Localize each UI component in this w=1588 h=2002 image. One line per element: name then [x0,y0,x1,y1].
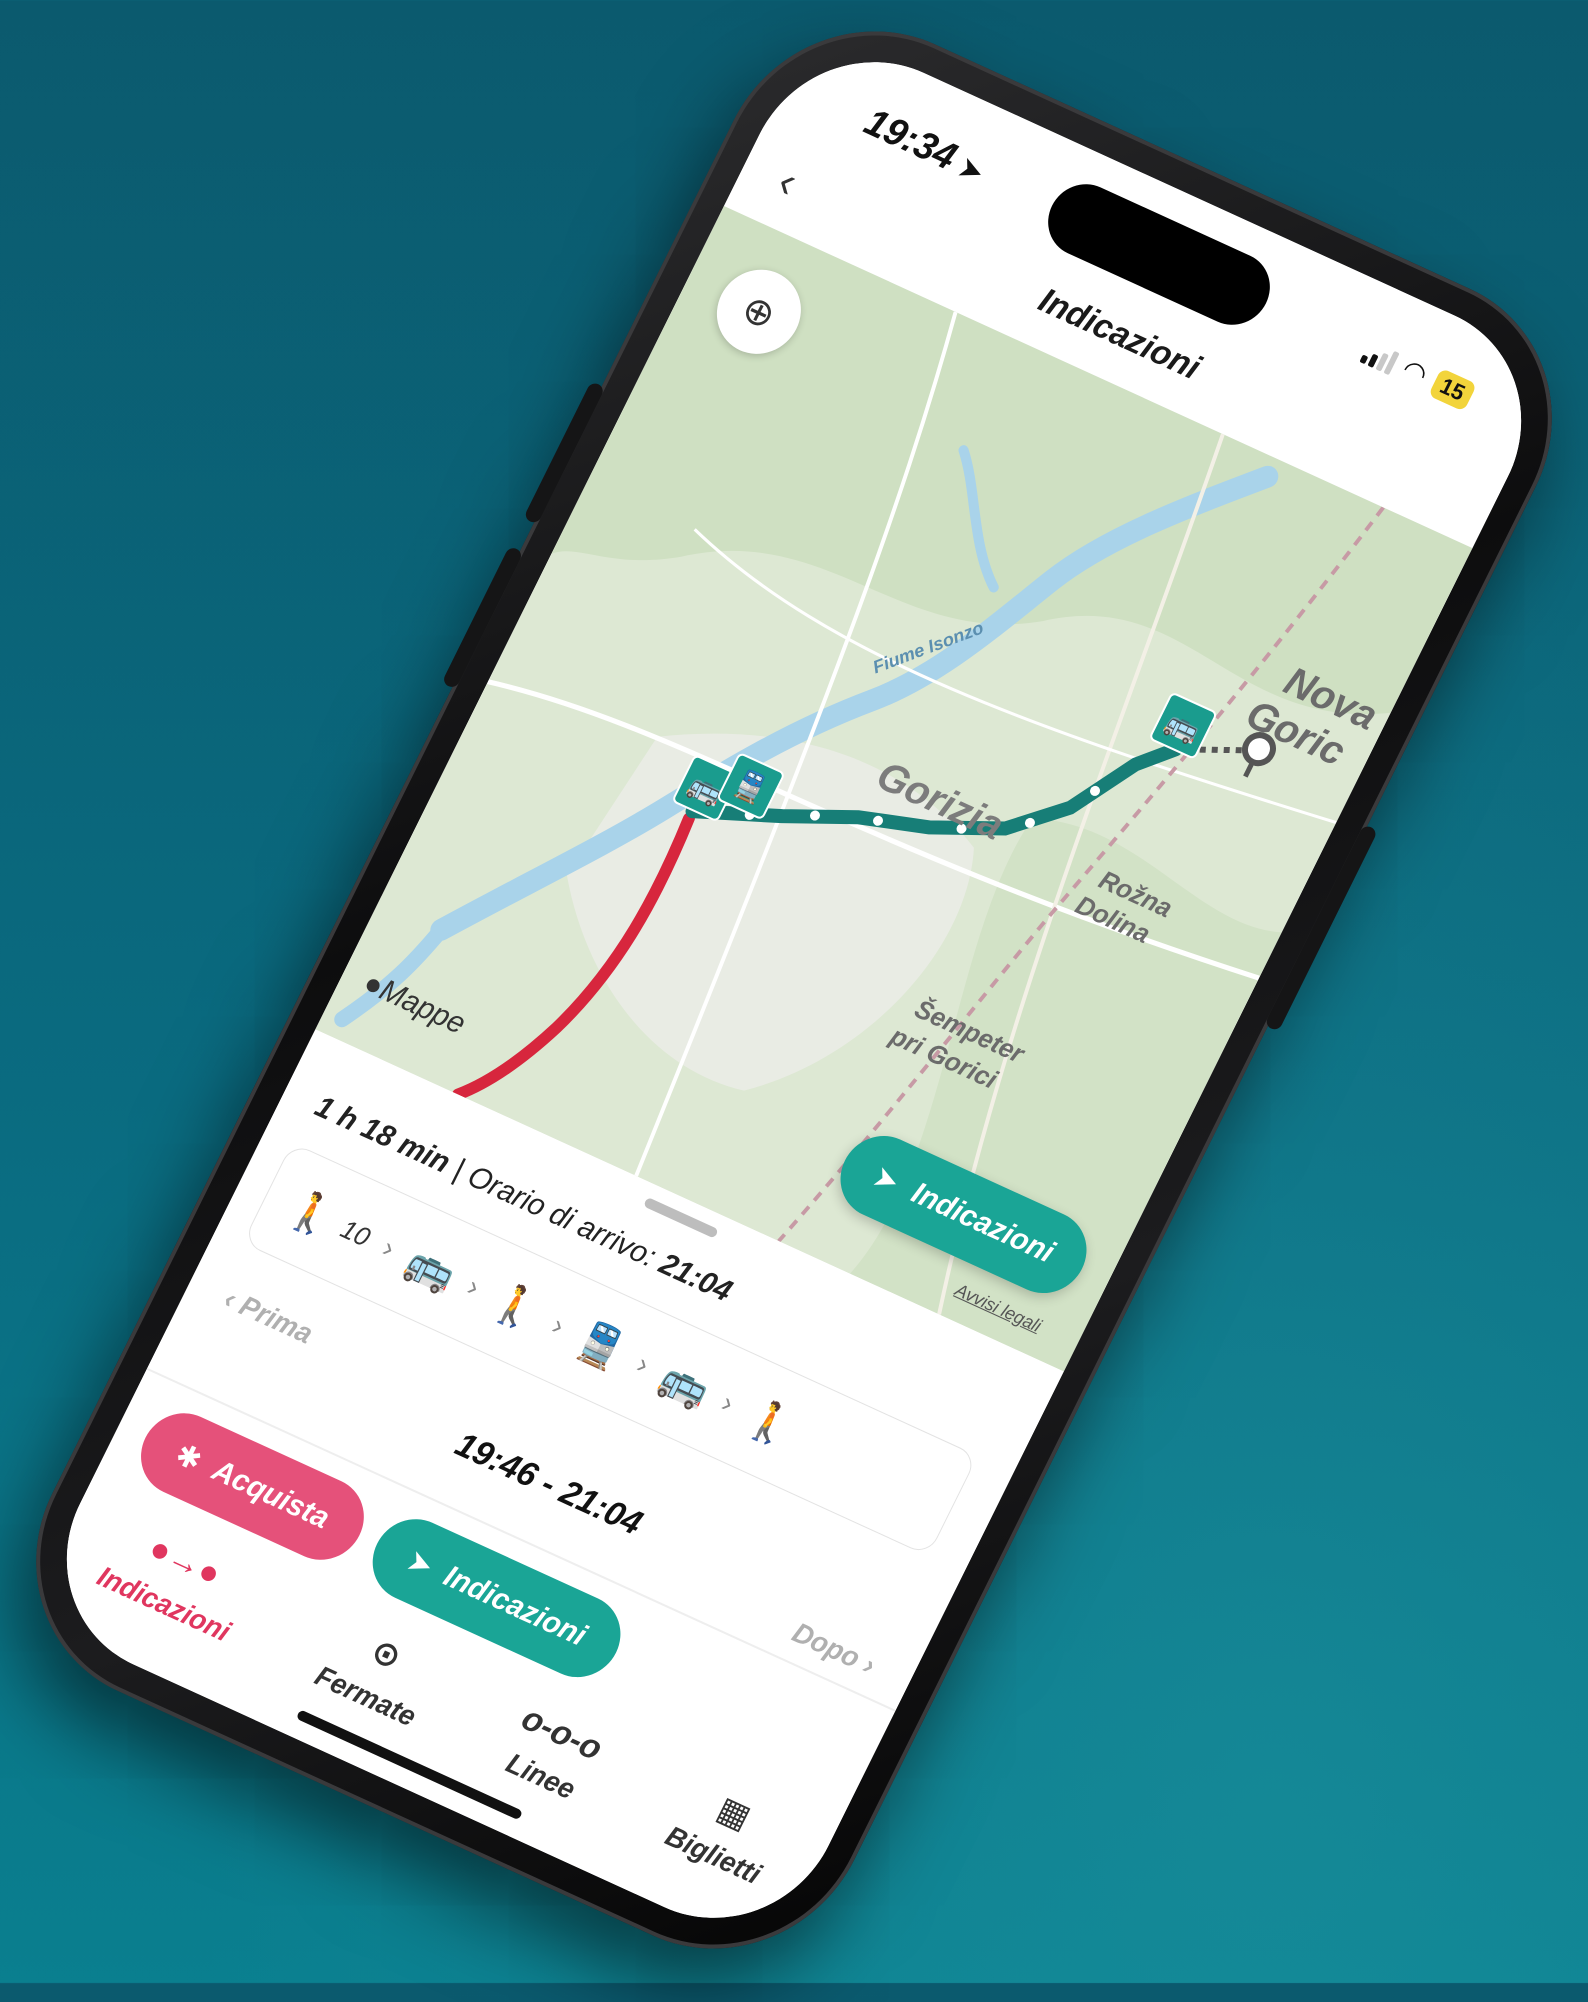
chevron-right-icon: › [547,1309,570,1342]
buy-label: Acquista [206,1453,335,1536]
bus-icon: 🚌 [653,1353,718,1415]
tab-label: Biglietti [660,1819,767,1890]
location-arrow-icon: ➤ [952,150,990,191]
arrival-time: 21:04 [653,1247,738,1309]
directions-label: Indicazioni [438,1559,592,1653]
chevron-right-icon: › [462,1270,485,1303]
navigation-arrow-icon: ➤ [401,1543,440,1584]
walk-minutes: 10 [336,1212,376,1253]
battery-icon: 15 [1427,367,1478,412]
train-icon: 🚆 [728,764,774,808]
crosshair-icon: ⊕ [734,286,783,338]
pin-icon: ⊙ [365,1631,408,1678]
signal-icon [1359,338,1401,375]
chevron-right-icon: › [377,1231,401,1264]
walk-icon: 🚶 [279,1183,344,1244]
ticket-icon: ✱ [170,1437,208,1478]
walk-icon: 🚶 [737,1392,803,1454]
wifi-icon: ◠ [1396,352,1433,392]
qr-icon: ▦ [711,1789,757,1838]
chevron-right-icon: › [632,1347,655,1380]
train-icon: 🚆 [568,1315,633,1376]
chevron-right-icon: › [716,1386,740,1419]
bus-icon: 🚌 [1160,704,1206,747]
walk-icon: 🚶 [483,1276,548,1337]
navigation-arrow-icon: ➤ [867,1159,906,1200]
status-time-text: 19:34 [857,100,964,179]
bus-icon: 🚌 [398,1237,464,1299]
